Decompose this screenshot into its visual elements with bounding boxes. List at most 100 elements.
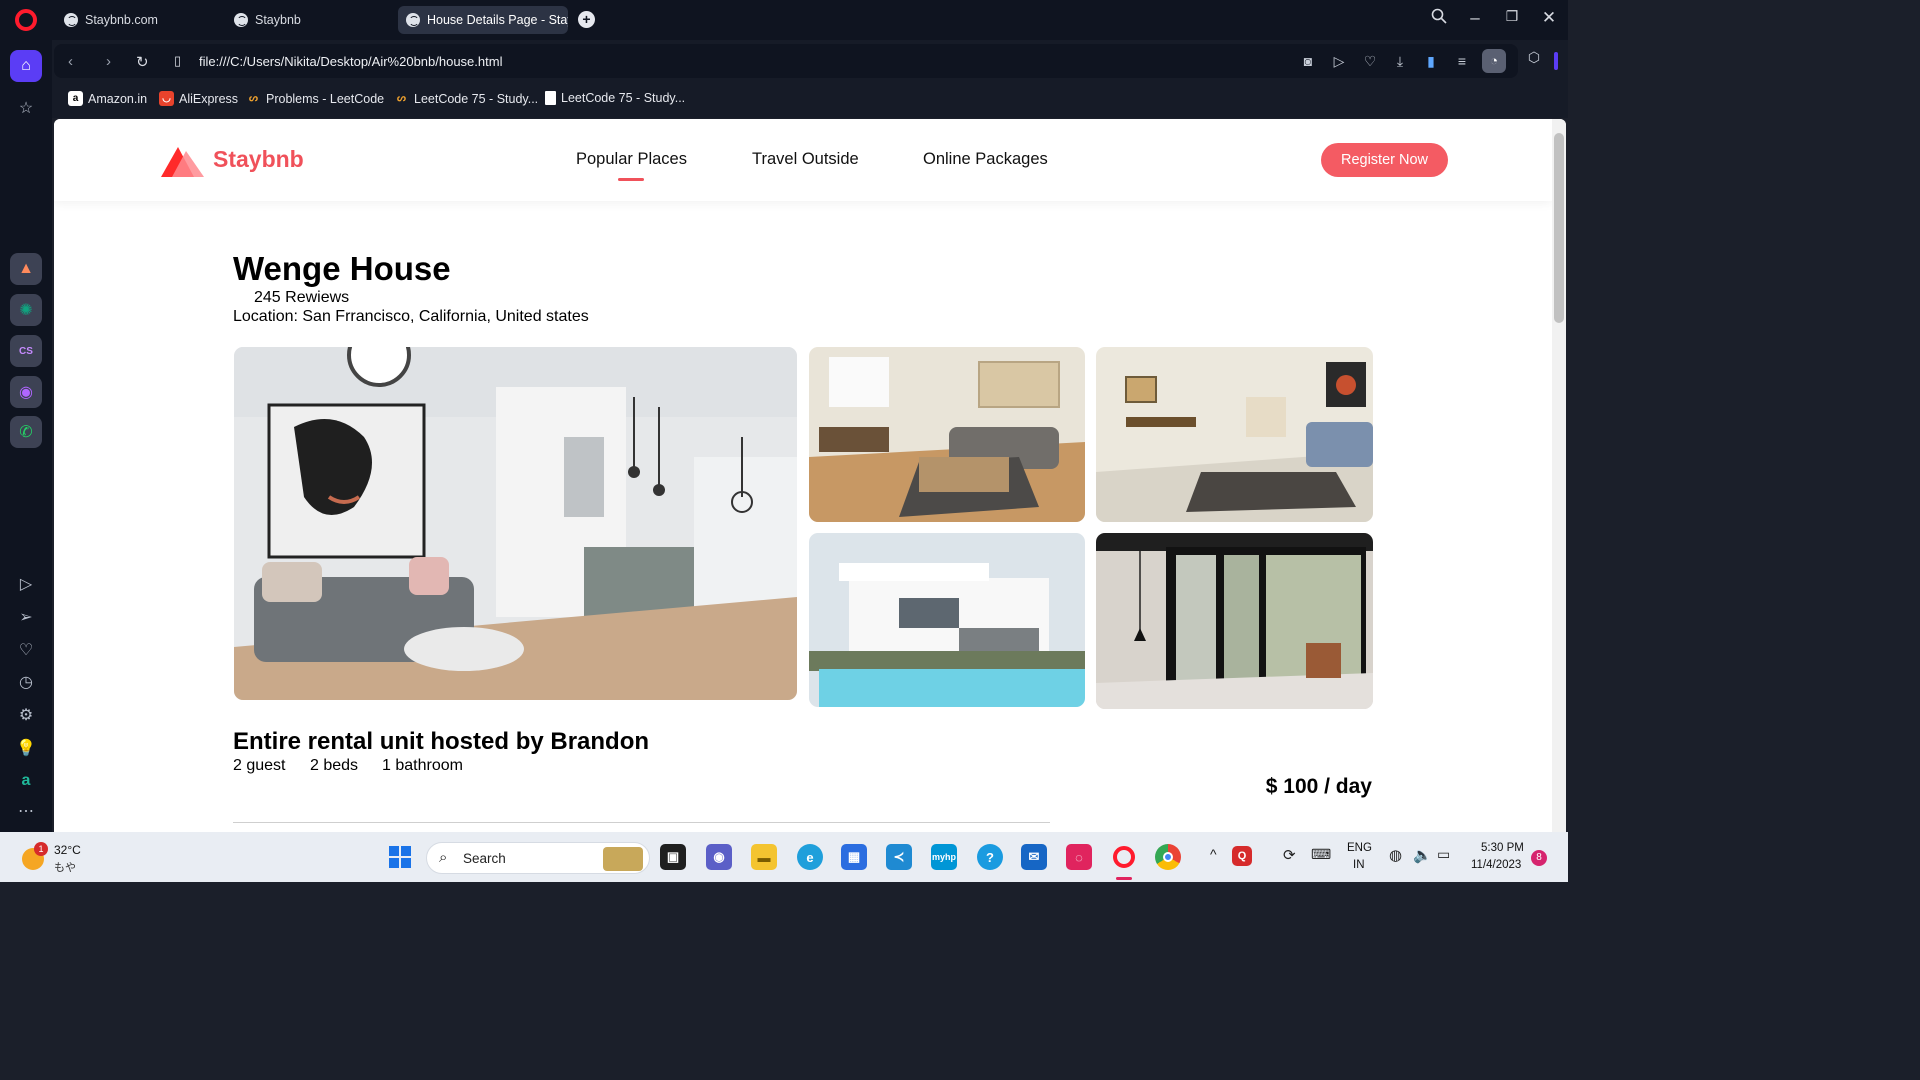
taskbar-search[interactable]: ⌕ Search — [426, 842, 650, 874]
bookmark-amazon[interactable]: a Amazon.in — [68, 91, 147, 106]
register-now-button[interactable]: Register Now — [1321, 143, 1448, 177]
bookmark-leetcode-problems[interactable]: ᔕ Problems - LeetCode — [246, 91, 384, 106]
speed-dial-icon[interactable]: ☆ — [10, 92, 42, 124]
opera-active-indicator — [1116, 877, 1132, 880]
snapshot-icon[interactable]: ◙ — [1298, 53, 1318, 69]
clock-time[interactable]: 5:30 PM — [1481, 842, 1524, 854]
restore-button[interactable]: ❐ — [1500, 8, 1524, 25]
microsoft-store-icon[interactable]: ▦ — [841, 844, 867, 870]
profile-icon[interactable]: ◔ — [1482, 49, 1506, 73]
aria-icon[interactable]: ▲ — [10, 253, 42, 285]
url-input[interactable]: file:///C:/Users/Nikita/Desktop/Air%20bn… — [199, 54, 502, 69]
download-icon[interactable]: ⤓ — [1390, 53, 1410, 70]
edge-icon[interactable]: e — [797, 844, 823, 870]
messenger-icon[interactable]: ◉ — [10, 376, 42, 408]
bookmark-leetcode-75[interactable]: ᔕ LeetCode 75 - Study... — [394, 91, 538, 106]
mail-icon[interactable]: ✉ — [1021, 844, 1047, 870]
chrome-icon[interactable] — [1155, 844, 1181, 870]
history-icon[interactable]: ◷ — [10, 666, 42, 698]
weather-badge: 1 — [34, 842, 48, 856]
player-icon[interactable]: ▷ — [10, 568, 42, 600]
tray-app-icon[interactable]: Q — [1232, 846, 1252, 866]
lounge-photo[interactable] — [1096, 347, 1373, 522]
opera-logo-icon[interactable] — [15, 9, 37, 31]
nav-online-packages[interactable]: Online Packages — [923, 150, 1048, 169]
back-icon[interactable]: ‹ — [68, 53, 73, 70]
search-label: Search — [463, 851, 506, 866]
battery-icon[interactable]: ▭ — [1437, 846, 1450, 863]
living-room-kitchen-photo[interactable] — [234, 347, 797, 700]
battery-saver-icon[interactable]: ▮ — [1421, 53, 1441, 70]
bookmarks-bar: a Amazon.in ◡ AliExpress ᔕ Problems - Le… — [52, 82, 1568, 118]
tab-title: Staybnb — [255, 13, 301, 27]
clock-date[interactable]: 11/4/2023 — [1471, 859, 1521, 871]
opera-taskbar-icon[interactable] — [1111, 844, 1137, 870]
tab-staybnb-com[interactable]: Staybnb.com — [56, 6, 224, 34]
nav-travel-outside[interactable]: Travel Outside — [752, 150, 859, 169]
file-explorer-icon[interactable]: ▬ — [751, 844, 777, 870]
bookmark-leetcode-75-page[interactable]: LeetCode 75 - Study... — [545, 91, 685, 105]
tray-chevron-icon[interactable]: ^ — [1210, 846, 1217, 862]
tab-staybnb[interactable]: Staybnb — [226, 6, 394, 34]
chatgpt-icon[interactable]: ✺ — [10, 294, 42, 326]
vscode-icon[interactable]: ≺ — [886, 844, 912, 870]
notification-badge[interactable]: 8 — [1531, 850, 1547, 866]
home-icon[interactable]: ⌂ — [10, 50, 42, 82]
tray-sync-icon[interactable]: ⟳ — [1283, 846, 1296, 864]
weather-temp: 32°C — [54, 843, 81, 857]
volume-icon[interactable]: 🔈 — [1413, 846, 1432, 864]
app-icon[interactable]: ◌ — [1066, 844, 1092, 870]
chatsonic-icon[interactable]: CS — [10, 335, 42, 367]
minimize-button[interactable]: – — [1463, 8, 1487, 28]
language-bottom[interactable]: IN — [1353, 859, 1365, 871]
flow-icon[interactable]: ➢ — [10, 601, 42, 633]
network-icon[interactable]: ◍ — [1389, 846, 1402, 864]
amazon-icon: a — [68, 91, 83, 106]
reload-icon[interactable]: ↻ — [136, 53, 149, 71]
nav-active-indicator — [618, 178, 644, 181]
tips-icon[interactable]: 💡 — [10, 732, 42, 764]
whatsapp-icon[interactable]: ✆ — [10, 416, 42, 448]
support-assistant-icon[interactable]: ? — [977, 844, 1003, 870]
extensions-icon[interactable]: ⬡ — [1524, 49, 1544, 66]
aria-small-icon[interactable]: a — [10, 765, 42, 797]
brand-name[interactable]: Staybnb — [213, 146, 304, 173]
tab-title: Staybnb.com — [85, 13, 158, 27]
living-dining-photo[interactable] — [809, 347, 1085, 522]
sidebar-accent — [1554, 52, 1558, 70]
myhp-icon[interactable]: myhp — [931, 844, 957, 870]
tab-title: House Details Page - Stay — [427, 13, 568, 27]
search-tabs-icon[interactable] — [1427, 8, 1451, 29]
more-icon[interactable]: ⋯ — [10, 795, 42, 827]
settings-icon[interactable]: ⚙ — [10, 699, 42, 731]
review-count: 245 Rewiews — [254, 289, 350, 306]
search-highlight-icon — [603, 847, 643, 871]
close-button[interactable]: ✕ — [1537, 8, 1561, 28]
favorites-icon[interactable]: ♡ — [10, 634, 42, 666]
language-top[interactable]: ENG — [1347, 842, 1372, 854]
tray-keyboard-icon[interactable]: ⌨ — [1311, 846, 1331, 863]
staybnb-logo-icon[interactable] — [158, 141, 204, 177]
weather-widget[interactable]: 1 32°C もや — [22, 842, 102, 874]
page-icon — [545, 91, 556, 105]
page-scrollbar[interactable] — [1552, 119, 1566, 832]
new-tab-button[interactable]: + — [578, 11, 595, 28]
page-info-icon[interactable]: ▯ — [174, 53, 181, 69]
forward-icon[interactable]: › — [106, 53, 111, 70]
house-title: Wenge House — [233, 250, 451, 287]
modern-villa-pool-photo[interactable] — [809, 533, 1085, 707]
scrollbar-thumb[interactable] — [1554, 133, 1564, 323]
easy-setup-icon[interactable]: ≡ — [1452, 53, 1472, 69]
start-button[interactable] — [387, 844, 413, 870]
weather-condition: もや — [54, 862, 76, 874]
browser-sidebar: ⌂ ☆ ▲ ✺ CS ◉ ✆ ▷ ➢ ♡ ◷ ⚙ 💡 a ⋯ — [0, 40, 52, 832]
send-icon[interactable]: ▷ — [1329, 53, 1349, 70]
nav-popular-places[interactable]: Popular Places — [576, 150, 687, 169]
bedroom-glass-door-photo[interactable] — [1096, 533, 1373, 709]
teams-chat-icon[interactable]: ◉ — [706, 844, 732, 870]
heart-icon[interactable]: ♡ — [1360, 53, 1380, 70]
guest-count: 2 guest — [233, 757, 286, 774]
task-view-icon[interactable]: ▣ — [660, 844, 686, 870]
tab-house-details[interactable]: House Details Page - Stay — [398, 6, 568, 34]
bookmark-aliexpress[interactable]: ◡ AliExpress — [159, 91, 238, 106]
